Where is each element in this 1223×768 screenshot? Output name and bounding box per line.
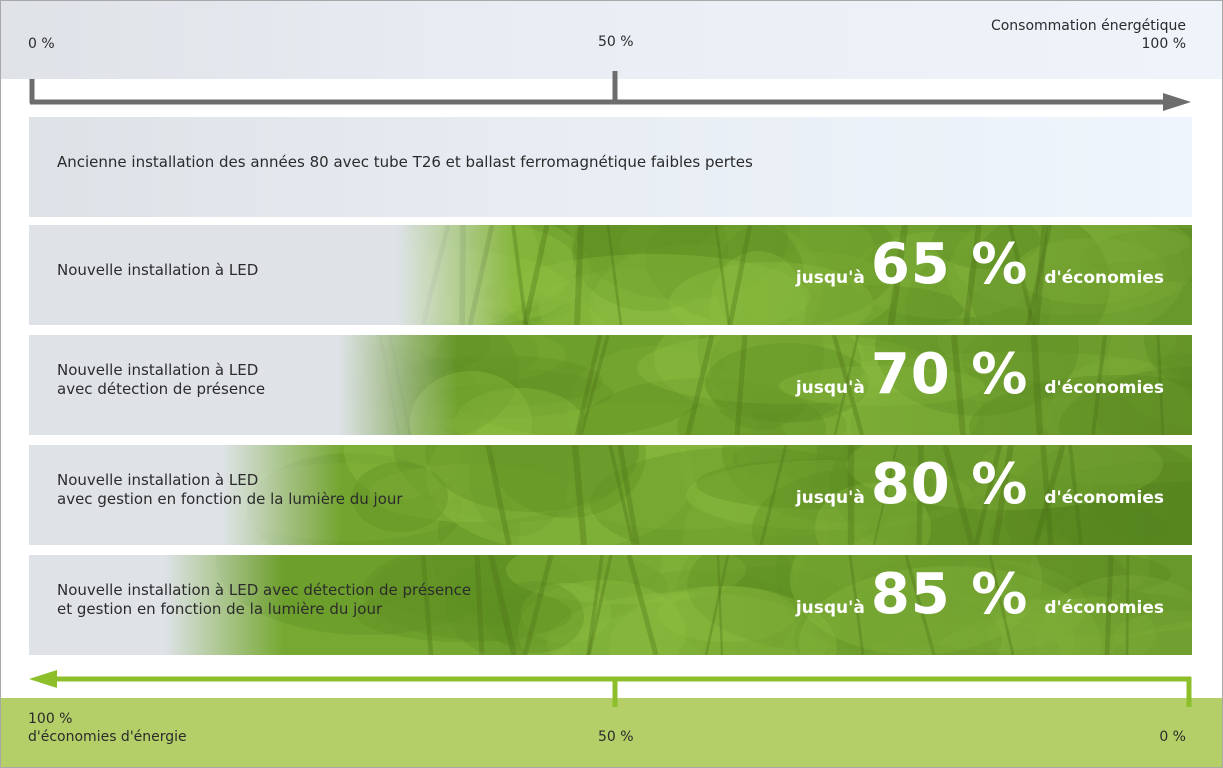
savings-percent: 85 % xyxy=(870,562,1029,627)
comparison-row: Nouvelle installation à LED avec détecti… xyxy=(29,555,1192,655)
row-label-line: Nouvelle installation à LED xyxy=(57,361,259,379)
savings-prefix: jusqu'à xyxy=(795,268,865,288)
savings-value: jusqu'à 85 % d'économies xyxy=(796,567,1164,623)
consumption-axis xyxy=(29,71,1191,111)
bottom-tick-0: 0 % xyxy=(1159,729,1186,745)
top-tick-100: 100 % xyxy=(1141,36,1186,52)
savings-value: jusqu'à 65 % d'économies xyxy=(796,237,1164,293)
top-axis-title: Consommation énergétique xyxy=(990,18,1186,34)
row-label-line: avec détection de présence xyxy=(57,380,266,398)
bottom-axis-title: d'économies d'énergie xyxy=(28,729,187,745)
bottom-tick-50: 50 % xyxy=(598,729,634,745)
arrow-right-icon xyxy=(1163,93,1191,111)
top-tick-50: 50 % xyxy=(598,34,634,50)
savings-prefix: jusqu'à xyxy=(795,598,865,618)
savings-percent: 70 % xyxy=(870,342,1029,407)
savings-prefix: jusqu'à xyxy=(795,378,865,398)
comparison-row: Nouvelle installation à LED jusqu'à 65 % d'… xyxy=(29,225,1192,325)
row-label-line: Nouvelle installation à LED xyxy=(57,261,259,279)
chart-frame: 0 % 50 % Consommation énergétique 100 % … xyxy=(0,0,1223,768)
top-tick-0: 0 % xyxy=(28,36,55,52)
bottom-tick-100: 100 % xyxy=(28,711,73,727)
savings-value: jusqu'à 70 % d'économies xyxy=(796,347,1164,403)
savings-axis xyxy=(29,670,1192,707)
savings-suffix: d'économies xyxy=(1044,268,1164,288)
row-label-line: Ancienne installation des années 80 avec… xyxy=(57,153,753,171)
row-label-line: Nouvelle installation à LED avec détecti… xyxy=(57,581,472,599)
comparison-row: Nouvelle installation à LED avec gestion … xyxy=(29,445,1192,545)
row-label: Nouvelle installation à LED avec gestion … xyxy=(57,471,403,509)
arrow-left-icon xyxy=(29,670,57,688)
savings-percent: 65 % xyxy=(870,232,1029,297)
savings-prefix: jusqu'à xyxy=(795,488,865,508)
savings-suffix: d'économies xyxy=(1044,488,1164,508)
comparison-row: Nouvelle installation à LED avec détectio… xyxy=(29,335,1192,435)
row-label: Nouvelle installation à LED xyxy=(57,261,258,280)
comparison-row: Ancienne installation des années 80 avec… xyxy=(29,117,1192,217)
savings-percent: 80 % xyxy=(870,452,1029,517)
savings-suffix: d'économies xyxy=(1044,378,1164,398)
row-label: Ancienne installation des années 80 avec… xyxy=(57,153,753,172)
row-label-line: avec gestion en fonction de la lumière d… xyxy=(57,490,403,508)
row-label: Nouvelle installation à LED avec détectio… xyxy=(57,361,265,399)
savings-suffix: d'économies xyxy=(1044,598,1164,618)
row-label: Nouvelle installation à LED avec détecti… xyxy=(57,581,471,619)
row-label-line: Nouvelle installation à LED xyxy=(57,471,259,489)
row-label-line: et gestion en fonction de la lumière du … xyxy=(57,600,383,618)
savings-value: jusqu'à 80 % d'économies xyxy=(796,457,1164,513)
